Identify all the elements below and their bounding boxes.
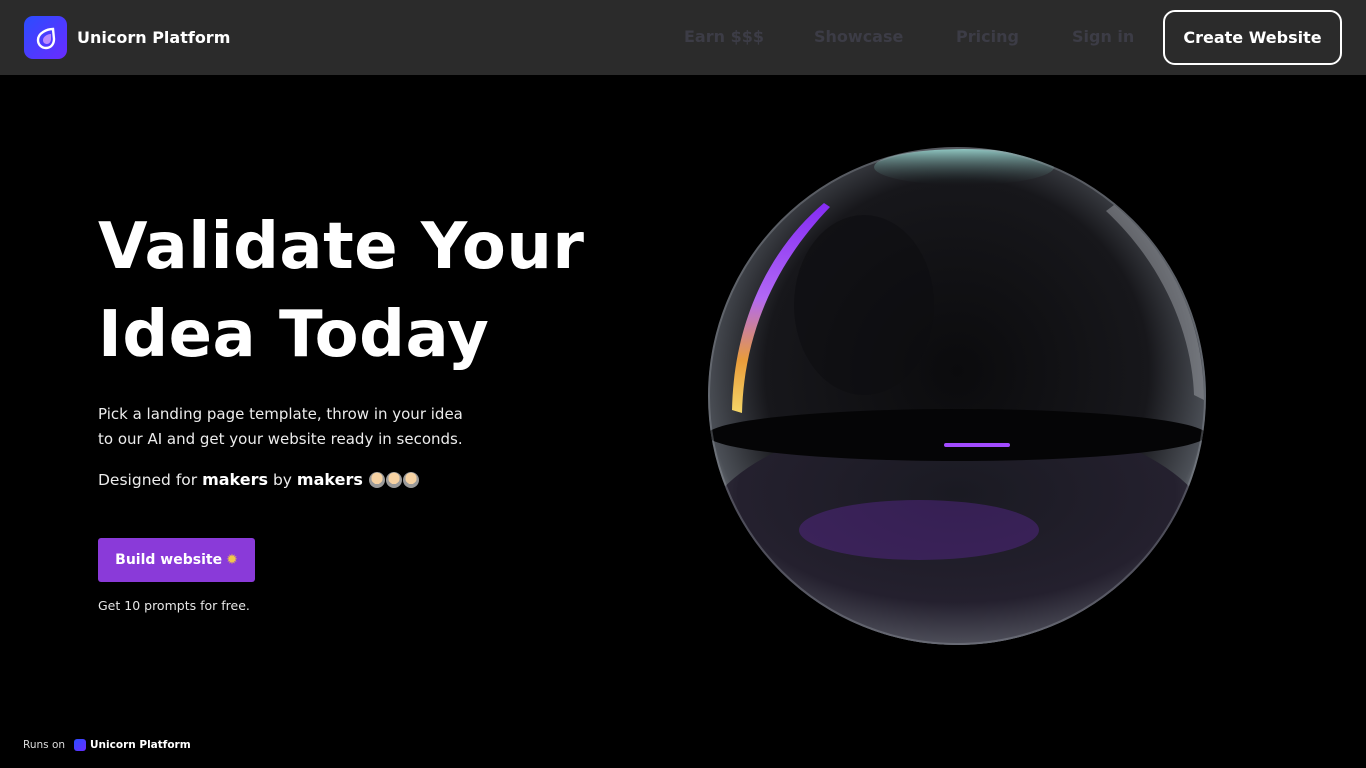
hero-title: Validate Your Idea Today: [98, 203, 658, 379]
unicorn-logo-icon: [24, 16, 67, 59]
maker-emoji-1-icon: [368, 472, 385, 488]
build-website-button[interactable]: Build website ✹: [98, 538, 255, 582]
makers-tagline: Designed for makers by makers: [98, 468, 420, 492]
brand-link[interactable]: Unicorn Platform: [24, 16, 230, 59]
nav-showcase[interactable]: Showcase: [814, 27, 903, 46]
nav-pricing[interactable]: Pricing: [956, 27, 1019, 46]
makers-word2: makers: [296, 470, 363, 489]
nav-earn[interactable]: Earn $$$: [684, 27, 764, 46]
dizzy-star-icon: ✹: [226, 552, 238, 568]
makers-mid: by: [272, 471, 292, 489]
top-navigation-bar: Unicorn Platform Earn $$$ Showcase Prici…: [0, 0, 1366, 75]
makers-word1: makers: [202, 470, 269, 489]
hero-subtitle: Pick a landing page template, throw in y…: [98, 402, 518, 452]
makers-prefix: Designed for: [98, 471, 198, 489]
hero-subtitle-line2: to our AI and get your website ready in …: [98, 430, 463, 448]
build-website-label: Build website: [115, 552, 223, 568]
runs-on-brand: Unicorn Platform: [90, 739, 191, 751]
maker-emoji-icon: [368, 472, 420, 488]
hero-title-line1: Validate Your: [98, 210, 585, 284]
nav-sign-in[interactable]: Sign in: [1072, 27, 1134, 46]
glass-sphere-illustration: [708, 147, 1206, 645]
free-prompts-note: Get 10 prompts for free.: [98, 598, 250, 613]
unicorn-small-logo-icon: [74, 739, 87, 751]
hero-title-line2: Idea Today: [98, 298, 490, 372]
hero-subtitle-line1: Pick a landing page template, throw in y…: [98, 405, 463, 423]
maker-emoji-2-icon: [385, 472, 402, 488]
brand-name: Unicorn Platform: [77, 28, 231, 47]
create-website-button[interactable]: Create Website: [1163, 10, 1342, 65]
runs-on-prefix: Runs on: [23, 739, 66, 751]
runs-on-badge[interactable]: Runs on Unicorn Platform: [23, 739, 191, 751]
maker-emoji-3-icon: [402, 472, 419, 488]
